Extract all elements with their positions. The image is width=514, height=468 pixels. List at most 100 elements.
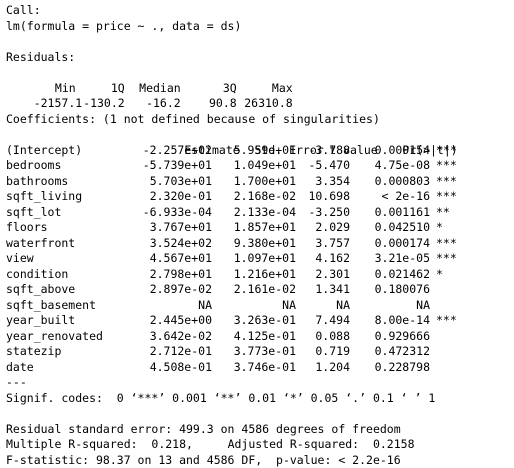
coef-row: bedrooms-5.739e+011.049e+01-5.4704.75e-0… <box>6 158 514 174</box>
call-header: Call: <box>6 3 514 19</box>
coef-p-value: 0.042510 <box>350 220 430 236</box>
coef-row: condition2.798e+011.216e+012.3010.021462… <box>6 267 514 283</box>
coef-p-value: 0.000154 <box>350 143 430 159</box>
coef-name: bedrooms <box>6 158 124 174</box>
coef-p-value: 0.228798 <box>350 360 430 376</box>
coef-t-value: -5.470 <box>296 158 350 174</box>
coef-std-error: 4.125e-01 <box>212 329 296 345</box>
coef-std-error: 3.263e-01 <box>212 313 296 329</box>
coef-signif-stars: ** <box>430 205 470 221</box>
residual-label-1q: 1Q <box>76 81 125 97</box>
coef-row: floors3.767e+011.857e+012.0290.042510* <box>6 220 514 236</box>
residuals-header: Residuals: <box>6 50 514 66</box>
separator-line: --- <box>6 375 514 391</box>
coef-t-value: 0.088 <box>296 329 350 345</box>
residual-standard-error: Residual standard error: 499.3 on 4586 d… <box>6 422 514 438</box>
coef-name: sqft_lot <box>6 205 124 221</box>
coef-estimate: 3.767e+01 <box>124 220 212 236</box>
coef-p-value: 0.001161 <box>350 205 430 221</box>
coef-t-value: NA <box>296 298 350 314</box>
coef-estimate: 2.320e-01 <box>124 189 212 205</box>
coef-t-value: 0.719 <box>296 344 350 360</box>
coef-name: bathrooms <box>6 174 124 190</box>
coef-row: sqft_lot-6.933e-042.133e-04-3.2500.00116… <box>6 205 514 221</box>
coef-std-error: NA <box>212 298 296 314</box>
coef-std-error: 2.133e-04 <box>212 205 296 221</box>
call-formula: lm(formula = price ~ ., data = ds) <box>6 19 514 35</box>
coef-estimate: -6.933e-04 <box>124 205 212 221</box>
coef-estimate: 4.508e-01 <box>124 360 212 376</box>
coef-p-value: 0.000174 <box>350 236 430 252</box>
coef-name: date <box>6 360 124 376</box>
coef-std-error: 3.773e-01 <box>212 344 296 360</box>
coef-estimate: 4.567e+01 <box>124 251 212 267</box>
coef-std-error: 9.380e+01 <box>212 236 296 252</box>
coef-name: view <box>6 251 124 267</box>
coef-std-error: 2.161e-02 <box>212 282 296 298</box>
coef-row: view4.567e+011.097e+014.1623.21e-05*** <box>6 251 514 267</box>
coef-row: bathrooms5.703e+011.700e+013.3540.000803… <box>6 174 514 190</box>
coef-name: floors <box>6 220 124 236</box>
coef-estimate: -5.739e+01 <box>124 158 212 174</box>
coef-estimate: 2.445e+00 <box>124 313 212 329</box>
coef-signif-stars: *** <box>430 313 470 329</box>
r-console-output: Call: lm(formula = price ~ ., data = ds)… <box>0 0 514 462</box>
coef-t-value: -3.788 <box>296 143 350 159</box>
coef-signif-stars: *** <box>430 158 470 174</box>
coef-p-value: 0.021462 <box>350 267 430 283</box>
r-squared-line: Multiple R-squared: 0.218, Adjusted R-sq… <box>6 437 514 453</box>
coef-estimate: 5.703e+01 <box>124 174 212 190</box>
coef-t-value: 1.204 <box>296 360 350 376</box>
coef-t-value: 4.162 <box>296 251 350 267</box>
coef-signif-stars: *** <box>430 251 470 267</box>
f-statistic-line: F-statistic: 98.37 on 13 and 4586 DF, p-… <box>6 453 514 468</box>
coef-p-value: < 2e-16 <box>350 189 430 205</box>
blank-line <box>6 406 514 422</box>
signif-codes: Signif. codes: 0 ‘***’ 0.001 ‘**’ 0.01 ‘… <box>6 391 514 407</box>
coef-std-error: 1.049e+01 <box>212 158 296 174</box>
coef-signif-stars: *** <box>430 143 470 159</box>
coef-t-value: 7.494 <box>296 313 350 329</box>
coef-name: sqft_basement <box>6 298 124 314</box>
coef-t-value: 10.698 <box>296 189 350 205</box>
coef-p-value: 0.472312 <box>350 344 430 360</box>
coef-t-value: -3.250 <box>296 205 350 221</box>
coef-p-value: 3.21e-05 <box>350 251 430 267</box>
coef-row: waterfront3.524e+029.380e+013.7570.00017… <box>6 236 514 252</box>
coef-row: sqft_above2.897e-022.161e-021.3410.18007… <box>6 282 514 298</box>
coef-name: statezip <box>6 344 124 360</box>
residuals-labels-row: Min1QMedian3QMax <box>6 65 514 81</box>
coef-t-value: 2.301 <box>296 267 350 283</box>
coef-name: condition <box>6 267 124 283</box>
coef-p-value: NA <box>350 298 430 314</box>
coef-estimate: -2.257e+02 <box>124 143 212 159</box>
coef-row: sqft_basementNANANANA <box>6 298 514 314</box>
coef-estimate: 3.642e-02 <box>124 329 212 345</box>
coef-std-error: 1.700e+01 <box>212 174 296 190</box>
coef-std-error: 1.857e+01 <box>212 220 296 236</box>
coef-signif-stars: * <box>430 267 470 283</box>
coef-std-error: 1.097e+01 <box>212 251 296 267</box>
coef-row: (Intercept)-2.257e+025.959e+01-3.7880.00… <box>6 143 514 159</box>
coef-estimate: 2.897e-02 <box>124 282 212 298</box>
blank-line <box>6 34 514 50</box>
coef-p-value: 0.180076 <box>350 282 430 298</box>
coef-name: sqft_living <box>6 189 124 205</box>
coef-name: sqft_above <box>6 282 124 298</box>
coef-std-error: 2.168e-02 <box>212 189 296 205</box>
coef-std-error: 1.216e+01 <box>212 267 296 283</box>
coef-row: year_built2.445e+003.263e-017.4948.00e-1… <box>6 313 514 329</box>
coef-signif-stars: * <box>430 220 470 236</box>
coef-t-value: 3.757 <box>296 236 350 252</box>
coef-row: statezip2.712e-013.773e-010.7190.472312 <box>6 344 514 360</box>
coef-name: year_renovated <box>6 329 124 345</box>
coef-t-value: 1.341 <box>296 282 350 298</box>
residual-label-median: Median <box>125 81 181 97</box>
coef-signif-stars: *** <box>430 174 470 190</box>
coef-p-value: 0.000803 <box>350 174 430 190</box>
coef-row: date4.508e-013.746e-011.2040.228798 <box>6 360 514 376</box>
coefficients-header: Coefficients: (1 not defined because of … <box>6 112 514 128</box>
coef-row: sqft_living2.320e-012.168e-0210.698< 2e-… <box>6 189 514 205</box>
residual-value-3q: 90.8 <box>181 96 237 112</box>
coefficients-column-headers: EstimateStd. Errort valuePr(>|t|) <box>6 127 514 143</box>
